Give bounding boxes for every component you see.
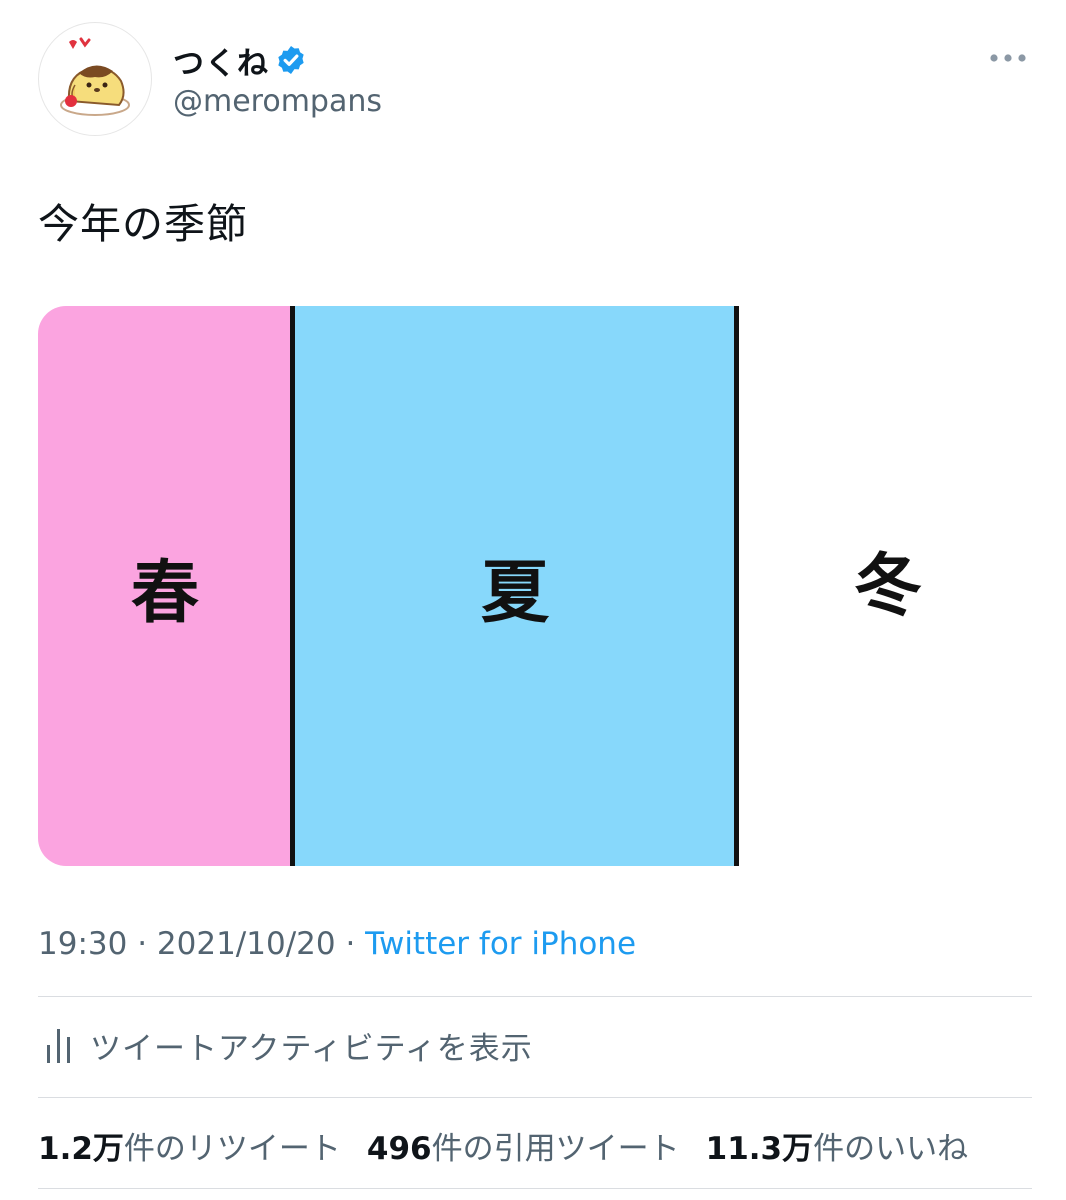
likes-label: 件のいいね: [813, 1130, 969, 1167]
divider: [38, 1188, 1032, 1189]
season-spring-label: 春: [130, 553, 199, 633]
author-handle[interactable]: @merompans: [173, 84, 382, 119]
retweets-count: 1.2万: [38, 1130, 124, 1167]
season-winter-label: 冬: [853, 546, 922, 626]
tweet-text: 今年の季節: [38, 200, 248, 248]
tweet-header: つくね @merompans: [38, 22, 1028, 138]
pudding-character-avatar: [60, 37, 130, 116]
likes-count: 11.3万: [705, 1130, 814, 1167]
retweets-stat[interactable]: 1.2万 件のリツイート: [38, 1123, 341, 1168]
tweet-stats: 1.2万 件のリツイート 496 件の引用ツイート 11.3万 件のいいね: [38, 1120, 994, 1170]
season-spring: 春: [38, 306, 292, 866]
season-summer-label: 夏: [480, 553, 549, 633]
quote-tweets-stat[interactable]: 496 件の引用ツイート: [367, 1123, 680, 1168]
author-info: つくね @merompans: [173, 38, 382, 120]
display-name-row: つくね: [173, 38, 382, 83]
quote-tweets-label: 件の引用ツイート: [431, 1130, 680, 1167]
more-options-icon[interactable]: [988, 48, 1028, 68]
tweet-activity-label: ツイートアクティビティを表示: [90, 1030, 533, 1067]
verified-badge-icon: [278, 46, 304, 74]
season-summer: 夏: [292, 306, 738, 866]
bar-chart-icon: [47, 1029, 70, 1063]
likes-stat[interactable]: 11.3万 件のいいね: [706, 1123, 969, 1168]
tweet-meta: 19:30 · 2021/10/20 · Twitter for iPhone: [38, 926, 636, 962]
divider: [38, 1097, 1032, 1098]
season-divider: [734, 306, 739, 866]
quote-tweets-count: 496: [366, 1130, 432, 1167]
retweets-label: 件のリツイート: [123, 1130, 341, 1167]
season-divider: [290, 306, 295, 866]
tweet-date[interactable]: 2021/10/20: [157, 926, 336, 962]
tweet-activity-link[interactable]: ツイートアクティビティを表示: [38, 1020, 533, 1070]
divider: [38, 996, 1032, 997]
meta-separator: ·: [127, 926, 157, 962]
display-name[interactable]: つくね: [173, 38, 269, 83]
author-avatar[interactable]: [38, 22, 152, 136]
tweet-time[interactable]: 19:30: [38, 926, 127, 962]
tweet-source-link[interactable]: Twitter for iPhone: [365, 926, 636, 962]
tweet-image[interactable]: 春 夏 冬: [38, 306, 1028, 866]
meta-separator: ·: [335, 926, 366, 962]
season-winter: 冬: [738, 306, 1028, 866]
